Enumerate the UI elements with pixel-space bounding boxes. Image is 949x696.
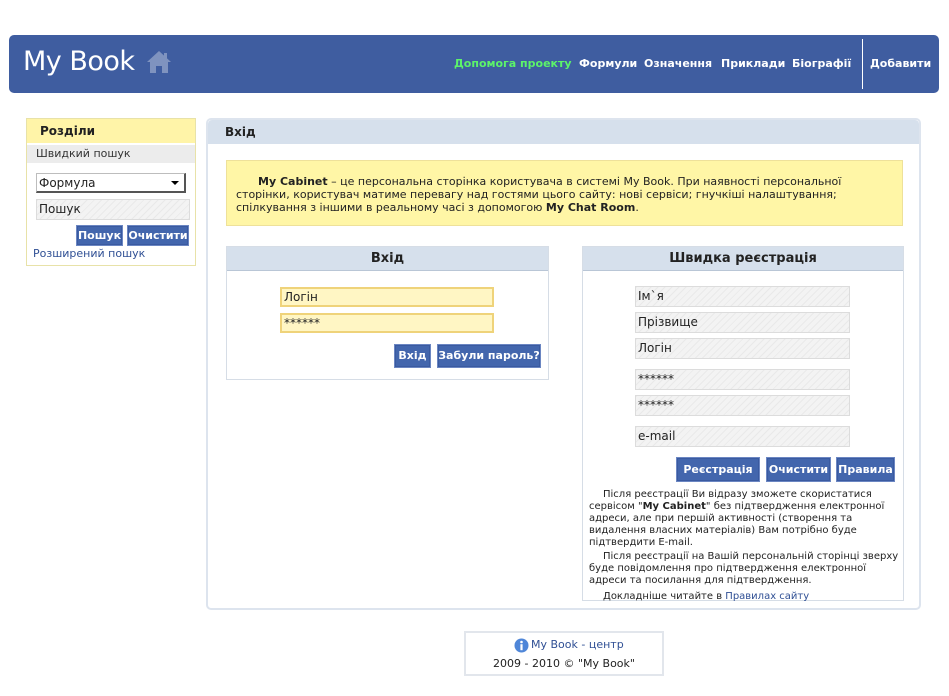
login-input[interactable]: Логін: [280, 287, 494, 307]
nav-examples[interactable]: Приклади: [721, 35, 785, 93]
footer: My Book - центр 2009 - 2010 © "My Book": [464, 631, 664, 676]
surname-field[interactable]: Прізвище: [635, 312, 850, 333]
footer-center-link[interactable]: My Book - центр: [531, 638, 624, 651]
notice-chat-room: My Chat Room: [545, 201, 636, 214]
login-box-title: Вхід: [227, 247, 548, 271]
nav-definitions[interactable]: Означення: [644, 35, 712, 93]
advanced-search-link[interactable]: Розширений пошук: [33, 247, 145, 260]
clear-search-button[interactable]: Очистити: [127, 225, 189, 246]
rules-button[interactable]: Правила: [836, 457, 895, 482]
register-password-field[interactable]: ******: [635, 369, 850, 390]
register-clear-button[interactable]: Очистити: [766, 457, 831, 482]
info-text-3: Докладніше читайте в: [603, 591, 726, 602]
home-icon[interactable]: [145, 49, 173, 75]
register-password-repeat-field[interactable]: ******: [635, 395, 850, 416]
quick-search-label: Швидкий пошук: [27, 145, 195, 163]
notice-text: – це персональна сторінка користувача в …: [236, 175, 842, 214]
cabinet-notice: My Cabinet – це персональна сторінка кор…: [226, 160, 903, 226]
search-button[interactable]: Пошук: [76, 225, 123, 246]
email-field[interactable]: e-mail: [635, 426, 850, 447]
nav-help-project[interactable]: Допомога проекту: [454, 35, 572, 93]
page-title: Вхід: [208, 120, 919, 144]
register-button[interactable]: Реєстрація: [676, 457, 760, 482]
registration-box: Швидка реєстрація Ім`я Прізвище Логін **…: [582, 246, 904, 603]
nav-formulas[interactable]: Формули: [579, 35, 637, 93]
sidebar-title: Розділи: [27, 119, 195, 143]
notice-end: .: [635, 201, 639, 214]
site-logo[interactable]: My Book: [23, 44, 135, 80]
footer-copyright: 2009 - 2010 © "My Book": [493, 657, 635, 670]
sidebar: Розділи Швидкий пошук Формула Пошук Пошу…: [26, 118, 196, 266]
chevron-down-icon[interactable]: [168, 176, 182, 190]
register-login-field[interactable]: Логін: [635, 338, 850, 359]
registration-box-title: Швидка реєстрація: [583, 247, 903, 271]
name-field[interactable]: Ім`я: [635, 286, 850, 307]
info-text-2: Після реєстрації на Вашій персональній с…: [589, 551, 899, 586]
password-input[interactable]: ******: [280, 313, 494, 333]
login-box: Вхід Логін ****** Вхід Забули пароль?: [226, 246, 549, 380]
site-rules-link[interactable]: Правилах сайту: [725, 591, 809, 602]
nav-add[interactable]: Добавити: [870, 35, 931, 93]
info-icon: [514, 638, 529, 653]
info-brand: My Cabinet: [642, 501, 706, 512]
forgot-password-button[interactable]: Забули пароль?: [437, 344, 541, 368]
registration-info: Після реєстрації Ви відразу зможете скор…: [589, 489, 899, 603]
nav-divider: [862, 39, 863, 89]
search-input[interactable]: Пошук: [36, 199, 190, 220]
notice-brand: My Cabinet: [258, 175, 328, 188]
main-panel: Вхід My Cabinet – це персональна сторінк…: [206, 118, 921, 610]
search-type-value: Формула: [39, 176, 96, 190]
search-type-select[interactable]: Формула: [36, 173, 186, 193]
header-bar: My Book Допомога проекту Формули Означен…: [9, 35, 939, 93]
login-button[interactable]: Вхід: [394, 344, 431, 368]
nav-biographies[interactable]: Біографії: [792, 35, 851, 93]
